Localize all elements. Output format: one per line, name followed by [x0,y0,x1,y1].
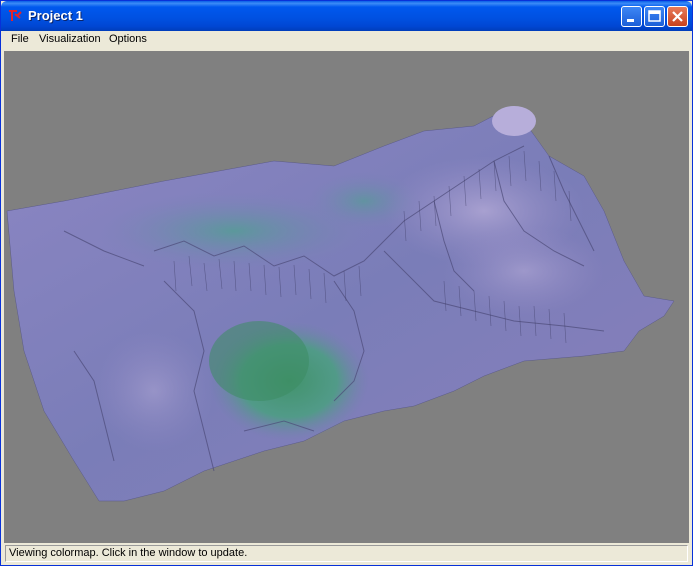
minimize-icon [627,19,634,22]
close-icon [672,11,683,22]
terrain-mesh [6,112,675,502]
menu-bar: File Visualization Options [4,31,689,50]
app-window: Project 1 File Visualization Options Vie… [0,0,693,566]
status-text: Viewing colormap. Click in the window to… [9,547,248,559]
window-title: Project 1 [28,8,83,23]
tk-feather-icon[interactable] [7,8,23,24]
menu-visualization[interactable]: Visualization [39,33,101,45]
title-bar[interactable]: Project 1 [1,1,692,31]
render-viewport[interactable] [4,51,689,543]
status-bar: Viewing colormap. Click in the window to… [5,545,688,562]
maximize-icon [648,10,661,22]
menu-file[interactable]: File [11,33,29,45]
minimize-button[interactable] [621,6,642,27]
close-button[interactable] [667,6,688,27]
terrain-surface[interactable] [4,51,689,543]
maximize-button[interactable] [644,6,665,27]
menu-options[interactable]: Options [109,33,147,45]
